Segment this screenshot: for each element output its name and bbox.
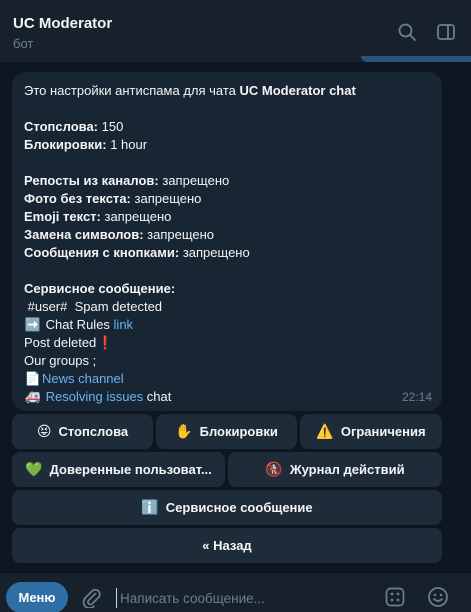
arrow-right-icon: ➡️ [24,317,42,332]
raised-hand-icon: ✋ [175,423,193,439]
setting-value: запрещено [143,227,215,242]
menu-button[interactable]: Меню [6,582,68,612]
setting-value: запрещено [100,209,172,224]
limits-button[interactable]: ⚠️ Ограничения [300,414,442,449]
setting-value: запрещено [158,173,230,188]
setting-label: Замена символов: [24,227,144,242]
trusted-users-button[interactable]: 💚 Доверенные пользоват... [12,452,225,487]
setting-label: Сообщения с кнопками: [24,245,180,260]
back-button-label: « Назад [202,538,252,553]
sidebar-toggle-icon[interactable] [436,22,456,42]
no-pedestrians-icon: 🚷 [265,461,283,477]
attach-icon[interactable] [80,586,102,608]
service-line: #user# Spam detected [24,298,430,316]
setting-line: Репосты из каналов: запрещено [24,172,430,190]
service-label-line: Сервисное сообщение: [24,280,430,298]
message-input[interactable] [116,588,356,608]
chat-name: UC Moderator chat [239,83,356,98]
limits-button-label: Ограничения [340,424,426,439]
rules-line: ➡️ Chat Rules link [24,316,430,334]
blocks-value: 1 hour [106,137,148,152]
news-line: 📄News channel [24,370,430,388]
blocks-button[interactable]: ✋ Блокировки [156,414,297,449]
post-deleted-line: Post deleted❗ [24,334,430,352]
emoji-icon[interactable] [427,586,449,608]
bot-commands-icon[interactable] [384,586,406,608]
news-channel-link[interactable]: News channel [42,371,124,386]
ambulance-icon: 🚑 [24,389,42,404]
service-label: Сервисное сообщение: [24,281,176,296]
setting-line: Фото без текста: запрещено [24,190,430,208]
setting-label: Репосты из каналов: [24,173,159,188]
stopwords-button[interactable]: 😝 Стопслова [12,414,153,449]
service-text: #user# Spam detected [24,299,163,314]
green-heart-icon: 💚 [25,461,43,477]
chat-area[interactable]: Это настройки антиспама для чата UC Mode… [0,62,471,572]
stopwords-value: 150 [98,119,124,134]
setting-value: запрещено [179,245,250,260]
back-button[interactable]: « Назад [12,528,442,563]
blocks-button-label: Блокировки [199,424,278,439]
page-icon: 📄 [24,371,42,386]
rules-link[interactable]: link [114,317,134,332]
issues-suffix: chat [143,389,172,404]
post-deleted-text: Post deleted [24,335,97,350]
service-message-button-label: Сервисное сообщение [165,500,313,515]
setting-value: запрещено [130,191,202,206]
blocks-label: Блокировки: [24,137,107,152]
message-composer: Меню [0,572,471,612]
search-icon[interactable] [397,22,417,42]
action-log-button-label: Журнал действий [289,462,405,477]
resolving-issues-link[interactable]: Resolving issues [46,389,144,404]
message-time: 22:14 [401,390,432,404]
exclamation-icon: ❗ [97,335,114,350]
service-message-button[interactable]: ℹ️ Сервисное сообщение [12,490,442,525]
groups-text: Our groups ; [24,353,97,368]
action-log-button[interactable]: 🚷 Журнал действий [228,452,442,487]
setting-label: Emoji текст: [24,209,101,224]
chat-subtitle: бот [13,36,34,51]
stopwords-button-label: Стопслова [58,424,129,439]
setting-label: Фото без текста: [24,191,131,206]
groups-line: Our groups ; [24,352,430,370]
rules-text: Chat Rules [42,317,114,332]
intro-line: Это настройки антиспама для чата UC Mode… [24,82,430,100]
chat-header: UC Moderator бот [0,0,471,62]
stopwords-label: Стопслова: [24,119,99,134]
blocks-line: Блокировки: 1 hour [24,136,430,154]
setting-line: Emoji текст: запрещено [24,208,430,226]
stopwords-line: Стопслова: 150 [24,118,430,136]
squinting-face-icon: 😝 [36,423,52,439]
setting-line: Сообщения с кнопками: запрещено [24,244,430,262]
intro-text: Это настройки антиспама для чата [24,83,240,98]
issues-line: 🚑 Resolving issues chat [24,388,430,406]
info-icon: ℹ️ [141,499,159,515]
setting-line: Замена символов: запрещено [24,226,430,244]
trusted-users-button-label: Доверенные пользоват... [49,462,212,477]
warning-icon: ⚠️ [316,423,334,439]
chat-title[interactable]: UC Moderator [13,15,112,32]
bot-message: Это настройки антиспама для чата UC Mode… [12,72,442,411]
